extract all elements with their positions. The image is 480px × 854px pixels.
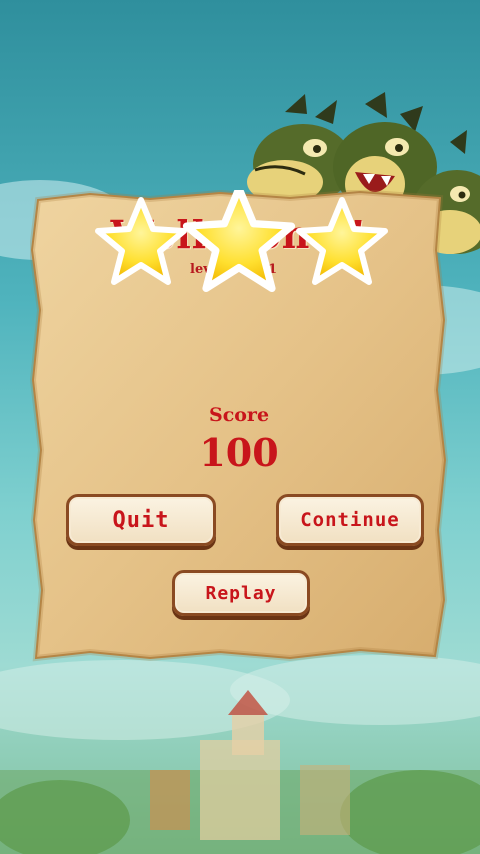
replay-button[interactable]: Replay <box>172 570 310 616</box>
star-icon-3 <box>296 197 388 285</box>
star-icon-2 <box>182 190 296 293</box>
continue-button[interactable]: Continue <box>276 494 424 546</box>
star-icon-1 <box>95 197 187 285</box>
star-rating <box>95 190 388 293</box>
quit-button[interactable]: Quit <box>66 494 216 546</box>
score-value: 100 <box>199 430 279 475</box>
score-label: Score <box>208 404 270 426</box>
results-dialog: Well Done ! level 1 Score 100 Quit Conti… <box>30 190 448 662</box>
